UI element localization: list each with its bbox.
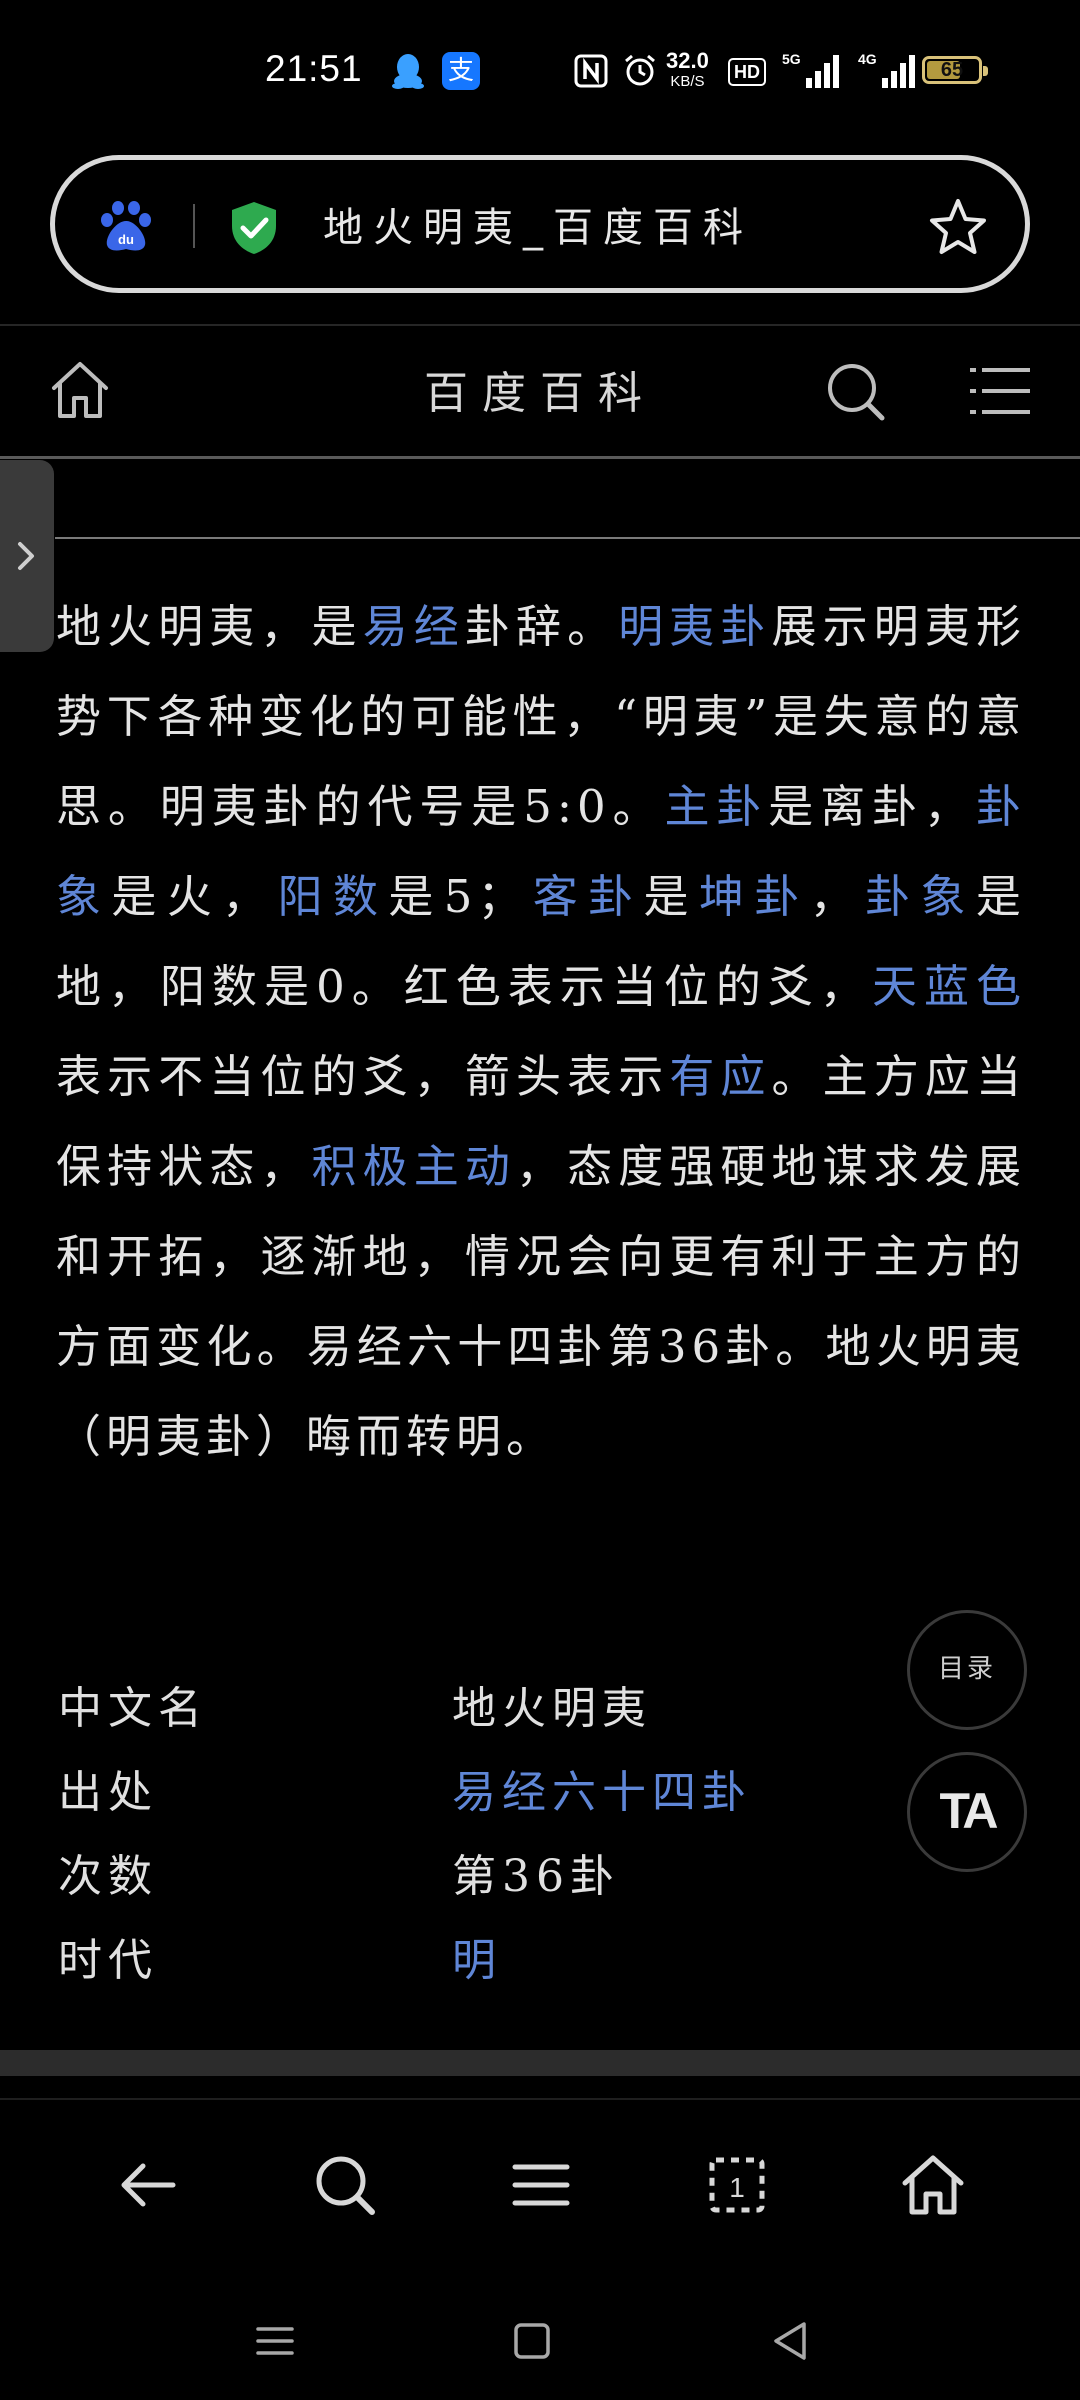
article-link[interactable]: 主卦 [664,780,768,833]
article-link[interactable]: 明夷卦 [618,600,771,653]
article-link[interactable]: 易经 [363,600,465,653]
infobox-row: 时代 明 [58,1920,918,2004]
article-text: 是离卦， [768,780,976,833]
svg-text:1: 1 [729,2172,745,2203]
article-link[interactable]: 积极主动 [312,1140,516,1193]
article-text: ， [809,870,866,923]
divider [0,456,1080,459]
toc-button[interactable]: 目录 [907,1610,1027,1730]
article-link[interactable]: 客卦 [527,870,643,923]
divider [55,537,1080,539]
infobox-key: 时代 [58,1935,158,1986]
nfc-icon [574,54,608,88]
infobox-key: 出处 [58,1767,158,1818]
infobox-key: 次数 [58,1851,158,1902]
article-text: 表示不当位的爻，箭头表示 [56,1050,670,1103]
section-divider [0,2050,1080,2076]
article-link[interactable]: 卦象 [865,870,976,923]
battery-level: 65 [940,59,964,81]
article-link[interactable]: 阳数 [278,870,389,923]
5g-signal-icon: 5G [782,51,839,88]
chevron-right-icon [18,542,34,570]
svg-text:5G: 5G [782,51,801,67]
tabs-icon[interactable]: 1 [702,2150,772,2220]
menu-icon[interactable] [506,2150,576,2220]
infobox-value-link[interactable]: 易经六十四卦 [452,1756,752,1820]
search-icon[interactable] [310,2150,380,2220]
article-link[interactable]: 坤卦 [699,870,810,923]
status-time: 21:51 [265,48,363,89]
page-title-url[interactable]: 地火明夷_百度百科 [323,200,753,256]
network-speed-value: 32.0 [666,48,709,73]
hd-voice-icon: HD [728,58,766,86]
network-speed: 32.0 KB/S [666,48,709,90]
browser-toolbar: 1 [0,2120,1080,2250]
alipay-icon: 支 [442,52,480,90]
infobox: 中文名 地火明夷出处 易经六十四卦次数 第36卦时代 明 [58,1668,918,2004]
qq-icon [392,54,424,89]
article-text: 地火明夷，是 [56,600,363,653]
infobox-key: 中文名 [58,1683,208,1734]
article-text: 是 [643,870,699,923]
article-link[interactable]: 天蓝色 [872,960,1026,1013]
infobox-row: 出处 易经六十四卦 [58,1752,918,1836]
site-title[interactable]: 百度百科 [0,364,1080,424]
ta-button[interactable]: TA [907,1752,1027,1872]
alarm-icon [625,54,655,86]
baidu-logo-icon[interactable]: du [97,197,155,255]
status-bar: 21:51 支 32.0 KB/S HD 5G 4G 65 [0,0,1080,140]
svg-text:du: du [118,232,134,247]
infobox-value-link[interactable]: 明 [452,1924,502,1988]
4g-signal-icon: 4G [858,51,915,88]
infobox-row: 中文名 地火明夷 [58,1668,918,1752]
article-summary: 地火明夷，是易经卦辞。明夷卦展示明夷形势下各种变化的可能性，“明夷”是失意的意思… [56,582,1026,1482]
bookmark-star-icon[interactable] [927,196,989,258]
home-square-icon[interactable] [507,2316,557,2366]
home-icon[interactable] [898,2150,968,2220]
recent-apps-icon[interactable] [250,2316,300,2366]
svg-text:4G: 4G [858,51,877,67]
network-speed-unit: KB/S [670,73,705,90]
article-text: 卦辞。 [464,600,619,653]
infobox-row: 次数 第36卦 [58,1836,918,1920]
site-header: 百度百科 [0,326,1080,456]
menu-icon[interactable] [968,362,1032,420]
article-link[interactable]: 有应 [669,1050,771,1103]
infobox-value: 地火明夷 [452,1683,652,1734]
back-triangle-icon[interactable] [766,2316,816,2366]
address-bar[interactable]: du 地火明夷_百度百科 [50,155,1030,293]
system-navigation-bar [0,2290,1080,2400]
article-text: 是5； [388,870,528,923]
side-drawer-handle[interactable] [0,460,54,652]
search-icon[interactable] [824,360,886,422]
divider [0,2098,1080,2100]
article-text: 是火， [111,870,278,923]
address-divider [193,204,195,248]
back-arrow-icon[interactable] [113,2150,183,2220]
infobox-value: 第36卦 [452,1851,620,1902]
battery-icon: 65 [922,56,988,84]
secure-shield-icon[interactable] [228,200,280,256]
